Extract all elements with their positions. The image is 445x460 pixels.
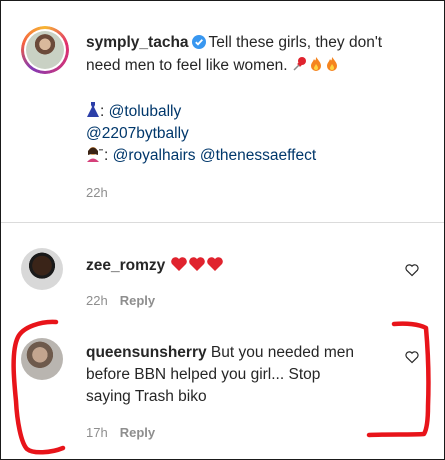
comment-username[interactable]: zee_romzy bbox=[86, 257, 165, 274]
caption-line-2-row: need men to feel like women. bbox=[86, 55, 340, 78]
comment-timestamp: 17h bbox=[86, 425, 108, 440]
verified-badge-icon bbox=[191, 34, 206, 49]
dress-credit-row: : @tolubally bbox=[86, 101, 181, 124]
post-username[interactable]: symply_tacha bbox=[86, 34, 189, 51]
post-caption: symply_tacha Tell these girls, they don't bbox=[86, 32, 426, 53]
mention-2207bytbally[interactable]: @2207bytbally bbox=[86, 125, 189, 142]
divider bbox=[1, 222, 444, 223]
hair-credit-row: : @royalhairs @thenessaeffect bbox=[86, 145, 316, 168]
comment-text-line-3: saying Trash biko bbox=[86, 388, 207, 405]
pushpin-emoji bbox=[292, 56, 308, 78]
dress-emoji bbox=[86, 102, 100, 124]
commenter-avatar-queensunsherry[interactable] bbox=[21, 338, 63, 380]
mention-tolubally[interactable]: @tolubally bbox=[109, 103, 182, 120]
comment-text-line-2: before BBN helped you girl... Stop bbox=[86, 366, 321, 383]
comment-meta-queensunsherry: 17h Reply bbox=[86, 425, 155, 440]
heart-outline-icon[interactable] bbox=[405, 263, 419, 277]
heart-outline-icon[interactable] bbox=[405, 350, 419, 364]
fire-emoji bbox=[308, 56, 324, 78]
caption-line-1: Tell these girls, they don't bbox=[208, 34, 383, 51]
comment-queensunsherry: queensunsherry But you needed men bbox=[86, 342, 391, 363]
comment-thread: symply_tacha Tell these girls, they don't… bbox=[0, 0, 445, 460]
red-heart-emoji bbox=[188, 256, 206, 278]
reply-button[interactable]: Reply bbox=[120, 293, 155, 308]
comment-text-line-1: But you needed men bbox=[210, 344, 354, 361]
mention-thenessaeffect[interactable]: @thenessaeffect bbox=[200, 147, 316, 164]
comment-zee-romzy: zee_romzy bbox=[86, 255, 224, 278]
caption-line-2: need men to feel like women. bbox=[86, 57, 288, 74]
fire-emoji bbox=[324, 56, 340, 78]
comment-meta-zee-romzy: 22h Reply bbox=[86, 293, 155, 308]
commenter-avatar-zee-romzy[interactable] bbox=[21, 248, 63, 290]
haircut-emoji bbox=[86, 146, 104, 168]
comment-username[interactable]: queensunsherry bbox=[86, 344, 207, 361]
reply-button[interactable]: Reply bbox=[120, 425, 155, 440]
red-heart-emoji bbox=[170, 256, 188, 278]
mention-row-2: @2207bytbally bbox=[86, 123, 189, 144]
post-avatar[interactable] bbox=[21, 26, 69, 74]
mention-royalhairs[interactable]: @royalhairs bbox=[113, 147, 196, 164]
post-timestamp: 22h bbox=[86, 185, 108, 200]
comment-timestamp: 22h bbox=[86, 293, 108, 308]
red-heart-emoji bbox=[206, 256, 224, 278]
